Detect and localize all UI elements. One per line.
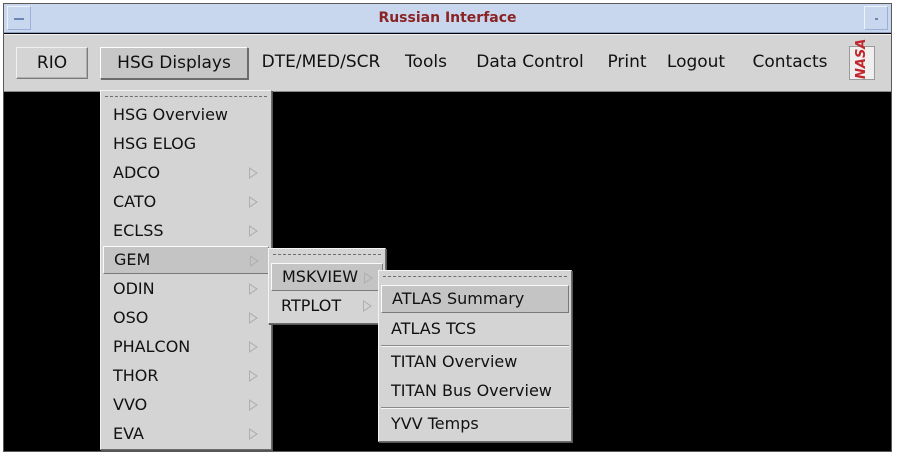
submenu-arrow-icon [249,399,258,411]
menu-item-rtplot[interactable]: RTPLOT [271,292,383,320]
nasa-logo-icon: NASA [849,39,875,80]
tearoff-line[interactable] [105,96,267,97]
hsg-displays-menu: HSG Overview HSG ELOG ADCO CATO ECLSS GE… [100,90,272,450]
menu-hsg-displays[interactable]: HSG Displays [100,47,248,79]
menu-separator [381,345,569,347]
menu-item-mskview[interactable]: MSKVIEW [271,263,383,291]
menu-item-gem[interactable]: GEM [103,246,269,274]
menu-print[interactable]: Print [602,47,652,79]
submenu-arrow-icon [249,196,258,208]
menu-item-yvv-temps[interactable]: YVV Temps [381,410,569,438]
title-bar[interactable]: Russian Interface [4,4,891,33]
submenu-arrow-icon [250,255,259,267]
submenu-arrow-icon [249,341,258,353]
menu-item-thor[interactable]: THOR [103,362,269,390]
menu-data-control[interactable]: Data Control [464,47,596,79]
menu-logout[interactable]: Logout [660,47,732,79]
menu-dte-med-scr[interactable]: DTE/MED/SCR [254,47,388,79]
menu-item-titan-bus-overview[interactable]: TITAN Bus Overview [381,377,569,405]
submenu-arrow-icon [249,370,258,382]
menu-item-atlas-summary[interactable]: ATLAS Summary [381,285,569,313]
menu-item-phalcon[interactable]: PHALCON [103,333,269,361]
screen: Russian Interface RIO HSG Displays DTE/M… [0,0,899,461]
menu-item-adco[interactable]: ADCO [103,159,269,187]
mskview-submenu: ATLAS Summary ATLAS TCS TITAN Overview T… [378,270,572,442]
menu-item-eclss[interactable]: ECLSS [103,217,269,245]
gem-submenu: MSKVIEW RTPLOT [268,248,386,324]
menu-item-cato[interactable]: CATO [103,188,269,216]
tearoff-line[interactable] [273,254,381,255]
menu-separator [381,407,569,409]
menu-item-oso[interactable]: OSO [103,304,269,332]
menu-bar: RIO HSG Displays DTE/MED/SCR Tools Data … [4,34,891,92]
submenu-arrow-icon [249,312,258,324]
submenu-arrow-icon [363,300,372,312]
app-window: Russian Interface RIO HSG Displays DTE/M… [3,3,892,452]
submenu-arrow-icon [249,428,258,440]
menu-item-titan-overview[interactable]: TITAN Overview [381,348,569,376]
menu-item-atlas-tcs[interactable]: ATLAS TCS [381,315,569,343]
menu-item-eva[interactable]: EVA [103,420,269,448]
menu-item-hsg-elog[interactable]: HSG ELOG [103,130,269,158]
menu-item-vvo[interactable]: VVO [103,391,269,419]
submenu-arrow-icon [249,225,258,237]
menu-tools[interactable]: Tools [396,47,456,79]
menu-contacts[interactable]: Contacts [740,47,840,79]
submenu-arrow-icon [249,283,258,295]
submenu-arrow-icon [249,167,258,179]
menu-rio[interactable]: RIO [16,47,88,79]
minimize-button[interactable] [864,6,888,30]
submenu-arrow-icon [364,272,373,284]
menu-item-hsg-overview[interactable]: HSG Overview [103,101,269,129]
tearoff-line[interactable] [383,276,567,277]
window-title: Russian Interface [378,10,517,26]
menu-item-odin[interactable]: ODIN [103,275,269,303]
